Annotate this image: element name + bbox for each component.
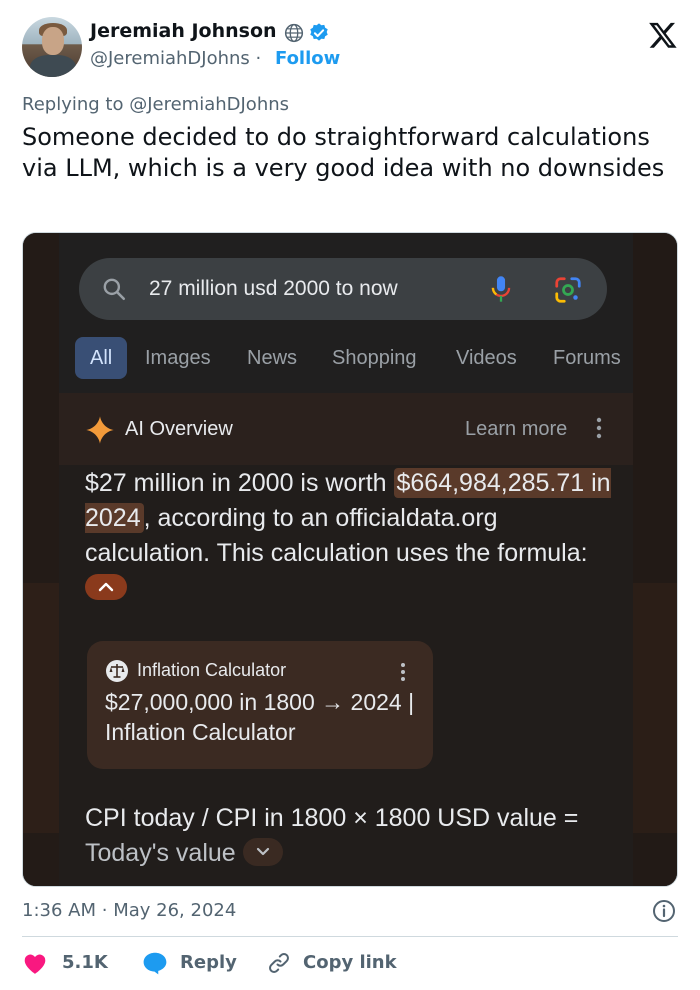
copy-link-label: Copy link bbox=[303, 952, 397, 973]
ai-overview-text: $27 million in 2000 is worth $664,984,28… bbox=[85, 466, 615, 606]
ai-text-after: , according to an officialdata.org calcu… bbox=[85, 504, 588, 567]
copy-link-button[interactable]: Copy link bbox=[266, 951, 406, 977]
tab-forums: Forums bbox=[553, 347, 621, 369]
search-tabs: All Images News Shopping Videos Forums bbox=[75, 337, 635, 379]
source-title: $27,000,000 in 1800 → 2024 | Inflation C… bbox=[105, 689, 415, 745]
replying-to: Replying to @JeremiahDJohns bbox=[22, 94, 290, 115]
verified-badge-icon bbox=[310, 23, 328, 41]
tab-videos: Videos bbox=[456, 347, 517, 369]
microphone-icon bbox=[491, 276, 511, 302]
search-icon bbox=[103, 278, 126, 301]
tab-all: All bbox=[75, 337, 128, 379]
reply-icon bbox=[143, 952, 167, 975]
google-lens-icon bbox=[555, 277, 581, 303]
learn-more-link: Learn more bbox=[465, 418, 568, 440]
chevron-up-icon bbox=[98, 583, 114, 592]
tab-news: News bbox=[247, 347, 298, 369]
author-handle[interactable]: @JeremiahDJohns · bbox=[90, 48, 261, 69]
ai-overview-title: AI Overview bbox=[125, 418, 233, 440]
reply-button[interactable]: Reply bbox=[142, 951, 242, 977]
info-icon[interactable] bbox=[652, 899, 676, 923]
collapse-button bbox=[85, 574, 127, 601]
scales-icon bbox=[106, 660, 128, 682]
source-card: Inflation Calculator $27,000,000 in 1800… bbox=[87, 641, 433, 769]
search-bar: 27 million usd 2000 to now bbox=[79, 258, 607, 320]
follow-button[interactable]: Follow bbox=[275, 48, 340, 69]
link-icon bbox=[269, 953, 289, 973]
source-name: Inflation Calculator bbox=[137, 660, 287, 680]
more-options-icon bbox=[596, 417, 602, 439]
timestamp[interactable]: 1:36 AM · May 26, 2024 bbox=[22, 900, 236, 921]
expand-button bbox=[242, 838, 283, 867]
x-logo-icon[interactable] bbox=[648, 20, 678, 50]
heart-icon bbox=[24, 954, 46, 974]
chevron-down-icon bbox=[256, 848, 269, 856]
like-button[interactable]: 5.1K bbox=[22, 951, 118, 977]
card-options-icon bbox=[401, 663, 405, 681]
avatar[interactable] bbox=[22, 17, 82, 77]
author-name[interactable]: Jeremiah Johnson bbox=[90, 20, 277, 42]
like-count: 5.1K bbox=[62, 952, 108, 973]
reply-label: Reply bbox=[180, 952, 237, 973]
globe-icon bbox=[284, 23, 304, 43]
ai-text-before: $27 million in 2000 is worth bbox=[85, 469, 394, 497]
divider bbox=[22, 936, 678, 937]
embedded-screenshot[interactable]: 27 million usd 2000 to now All Images Ne… bbox=[22, 232, 678, 887]
formula-result: Today's value bbox=[85, 839, 236, 867]
tweet-text: Someone decided to do straightforward ca… bbox=[22, 123, 665, 182]
formula-line: CPI today / CPI in 1800 × 1800 USD value… bbox=[85, 804, 579, 832]
ai-sparkle-icon bbox=[86, 416, 114, 444]
tab-shopping: Shopping bbox=[332, 347, 417, 369]
tab-images: Images bbox=[145, 347, 211, 369]
formula-text: CPI today / CPI in 1800 × 1800 USD value… bbox=[85, 801, 615, 871]
ai-overview-panel: AI Overview Learn more $27 million in 20… bbox=[59, 393, 633, 886]
search-query: 27 million usd 2000 to now bbox=[149, 277, 398, 300]
